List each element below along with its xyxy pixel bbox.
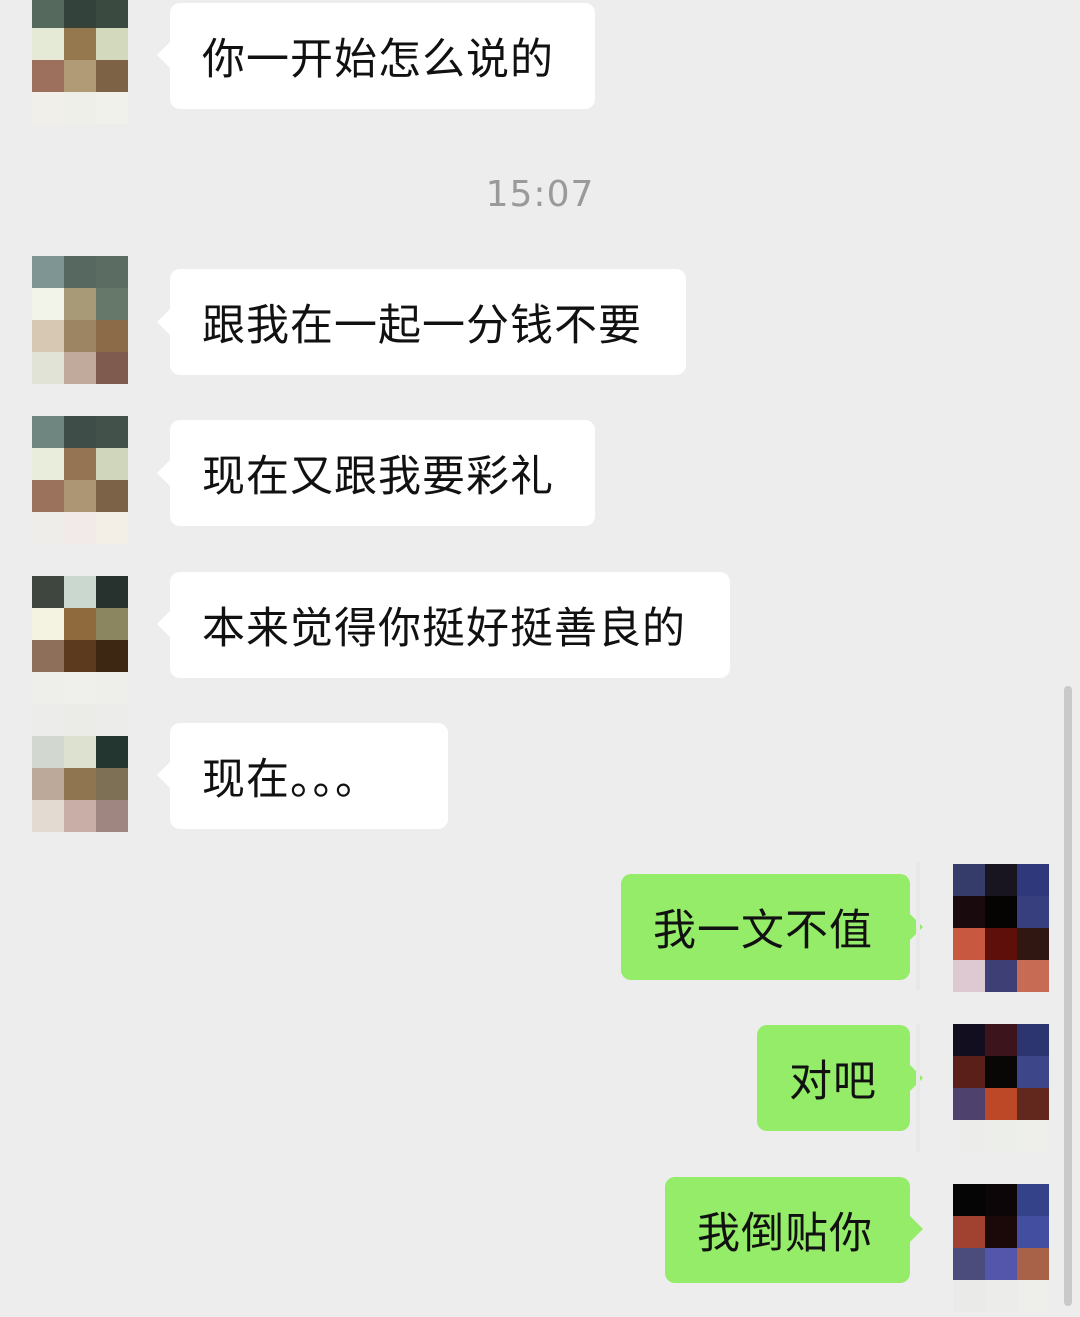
message-text: 现在。。。 bbox=[202, 755, 379, 805]
sent-message[interactable]: 我一文不值 bbox=[621, 874, 910, 980]
message-text: 现在又跟我要彩礼 bbox=[202, 452, 554, 502]
self-avatar[interactable] bbox=[953, 1024, 1049, 1152]
sent-message[interactable]: 我倒贴你 bbox=[665, 1177, 910, 1283]
message-text: 跟我在一起一分钱不要 bbox=[202, 301, 642, 351]
bubble-tail bbox=[157, 762, 170, 788]
self-avatar[interactable] bbox=[953, 1184, 1049, 1312]
bubble-tail bbox=[157, 309, 170, 335]
bubble-tail bbox=[157, 460, 170, 486]
self-avatar[interactable] bbox=[953, 864, 1049, 992]
received-message[interactable]: 你一开始怎么说的 bbox=[170, 3, 595, 109]
bubble-tail bbox=[157, 42, 170, 68]
sent-message[interactable]: 对吧 bbox=[757, 1025, 910, 1131]
contact-avatar[interactable] bbox=[32, 704, 128, 832]
message-timestamp: 15:07 bbox=[485, 174, 595, 215]
bubble-tail bbox=[910, 1216, 923, 1242]
received-message[interactable]: 本来觉得你挺好挺善良的 bbox=[170, 572, 730, 678]
chat-window: 你一开始怎么说的 15:07 跟我在一起一分钱不要 现在又跟我要彩礼 本来觉得你… bbox=[0, 0, 1080, 1317]
message-text: 本来觉得你挺好挺善良的 bbox=[202, 604, 686, 654]
avatar-border bbox=[916, 1024, 920, 1152]
message-text: 我倒贴你 bbox=[697, 1209, 873, 1259]
avatar-border bbox=[916, 862, 920, 990]
contact-avatar[interactable] bbox=[32, 0, 128, 124]
received-message[interactable]: 跟我在一起一分钱不要 bbox=[170, 269, 686, 375]
contact-avatar[interactable] bbox=[32, 576, 128, 704]
scrollbar[interactable] bbox=[1064, 686, 1072, 1306]
message-text: 我一文不值 bbox=[653, 906, 873, 956]
message-text: 你一开始怎么说的 bbox=[202, 35, 554, 85]
contact-avatar[interactable] bbox=[32, 256, 128, 384]
received-message[interactable]: 现在。。。 bbox=[170, 723, 448, 829]
message-text: 对吧 bbox=[789, 1057, 877, 1107]
contact-avatar[interactable] bbox=[32, 416, 128, 544]
bubble-tail bbox=[157, 611, 170, 637]
received-message[interactable]: 现在又跟我要彩礼 bbox=[170, 420, 595, 526]
